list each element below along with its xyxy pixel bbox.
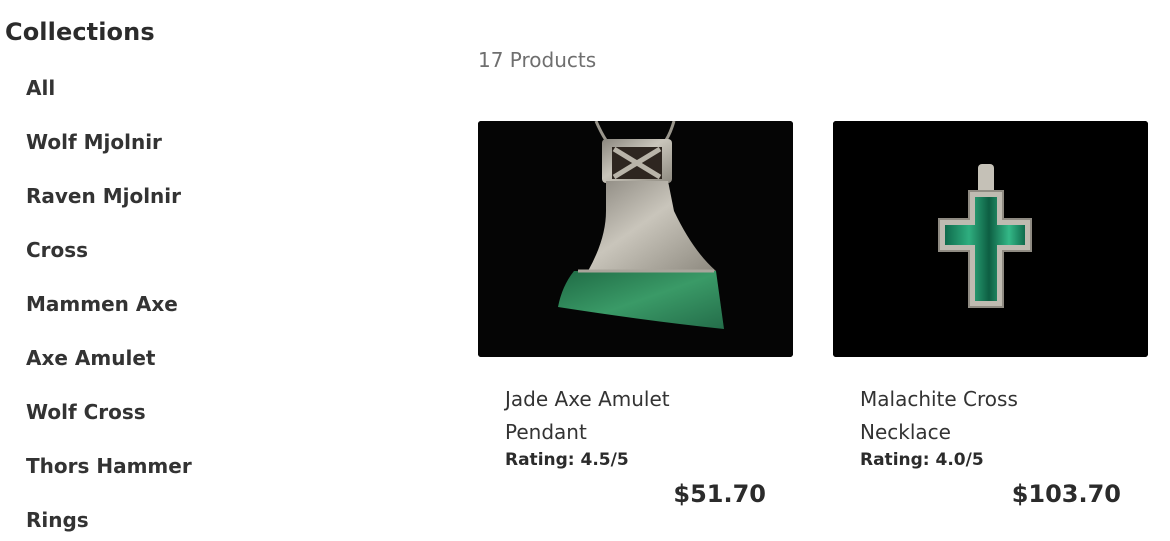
product-rating: Rating: 4.5/5: [505, 450, 629, 470]
collection-item-wolf-mjolnir[interactable]: Wolf Mjolnir: [26, 128, 192, 182]
collections-sidebar: Collections All Wolf Mjolnir Raven Mjoln…: [0, 0, 420, 541]
product-price: $103.70: [1011, 480, 1121, 508]
malachite-cross-pendant-icon: [833, 121, 1148, 357]
product-rating: Rating: 4.0/5: [860, 450, 984, 470]
product-card[interactable]: Jade Axe Amulet Pendant Rating: 4.5/5 $5…: [478, 121, 793, 541]
jade-axe-pendant-icon: [478, 121, 793, 357]
collection-item-rings[interactable]: Rings: [26, 506, 192, 541]
collection-list: All Wolf Mjolnir Raven Mjolnir Cross Mam…: [26, 74, 192, 541]
collection-item-wolf-cross[interactable]: Wolf Cross: [26, 398, 192, 452]
sidebar-title: Collections: [5, 18, 155, 46]
product-count: 17 Products: [478, 48, 597, 72]
product-image-jade-axe[interactable]: [478, 121, 793, 357]
collection-item-all[interactable]: All: [26, 74, 192, 128]
collection-item-mammen-axe[interactable]: Mammen Axe: [26, 290, 192, 344]
product-card[interactable]: Malachite Cross Necklace Rating: 4.0/5 $…: [833, 121, 1148, 541]
collection-item-cross[interactable]: Cross: [26, 236, 192, 290]
product-image-malachite-cross[interactable]: [833, 121, 1148, 357]
product-name[interactable]: Jade Axe Amulet Pendant: [505, 383, 735, 449]
product-price: $51.70: [673, 480, 766, 508]
product-name[interactable]: Malachite Cross Necklace: [860, 383, 1090, 449]
page: Collections All Wolf Mjolnir Raven Mjoln…: [0, 0, 1170, 541]
collection-item-axe-amulet[interactable]: Axe Amulet: [26, 344, 192, 398]
collection-item-thors-hammer[interactable]: Thors Hammer: [26, 452, 192, 506]
collection-item-raven-mjolnir[interactable]: Raven Mjolnir: [26, 182, 192, 236]
